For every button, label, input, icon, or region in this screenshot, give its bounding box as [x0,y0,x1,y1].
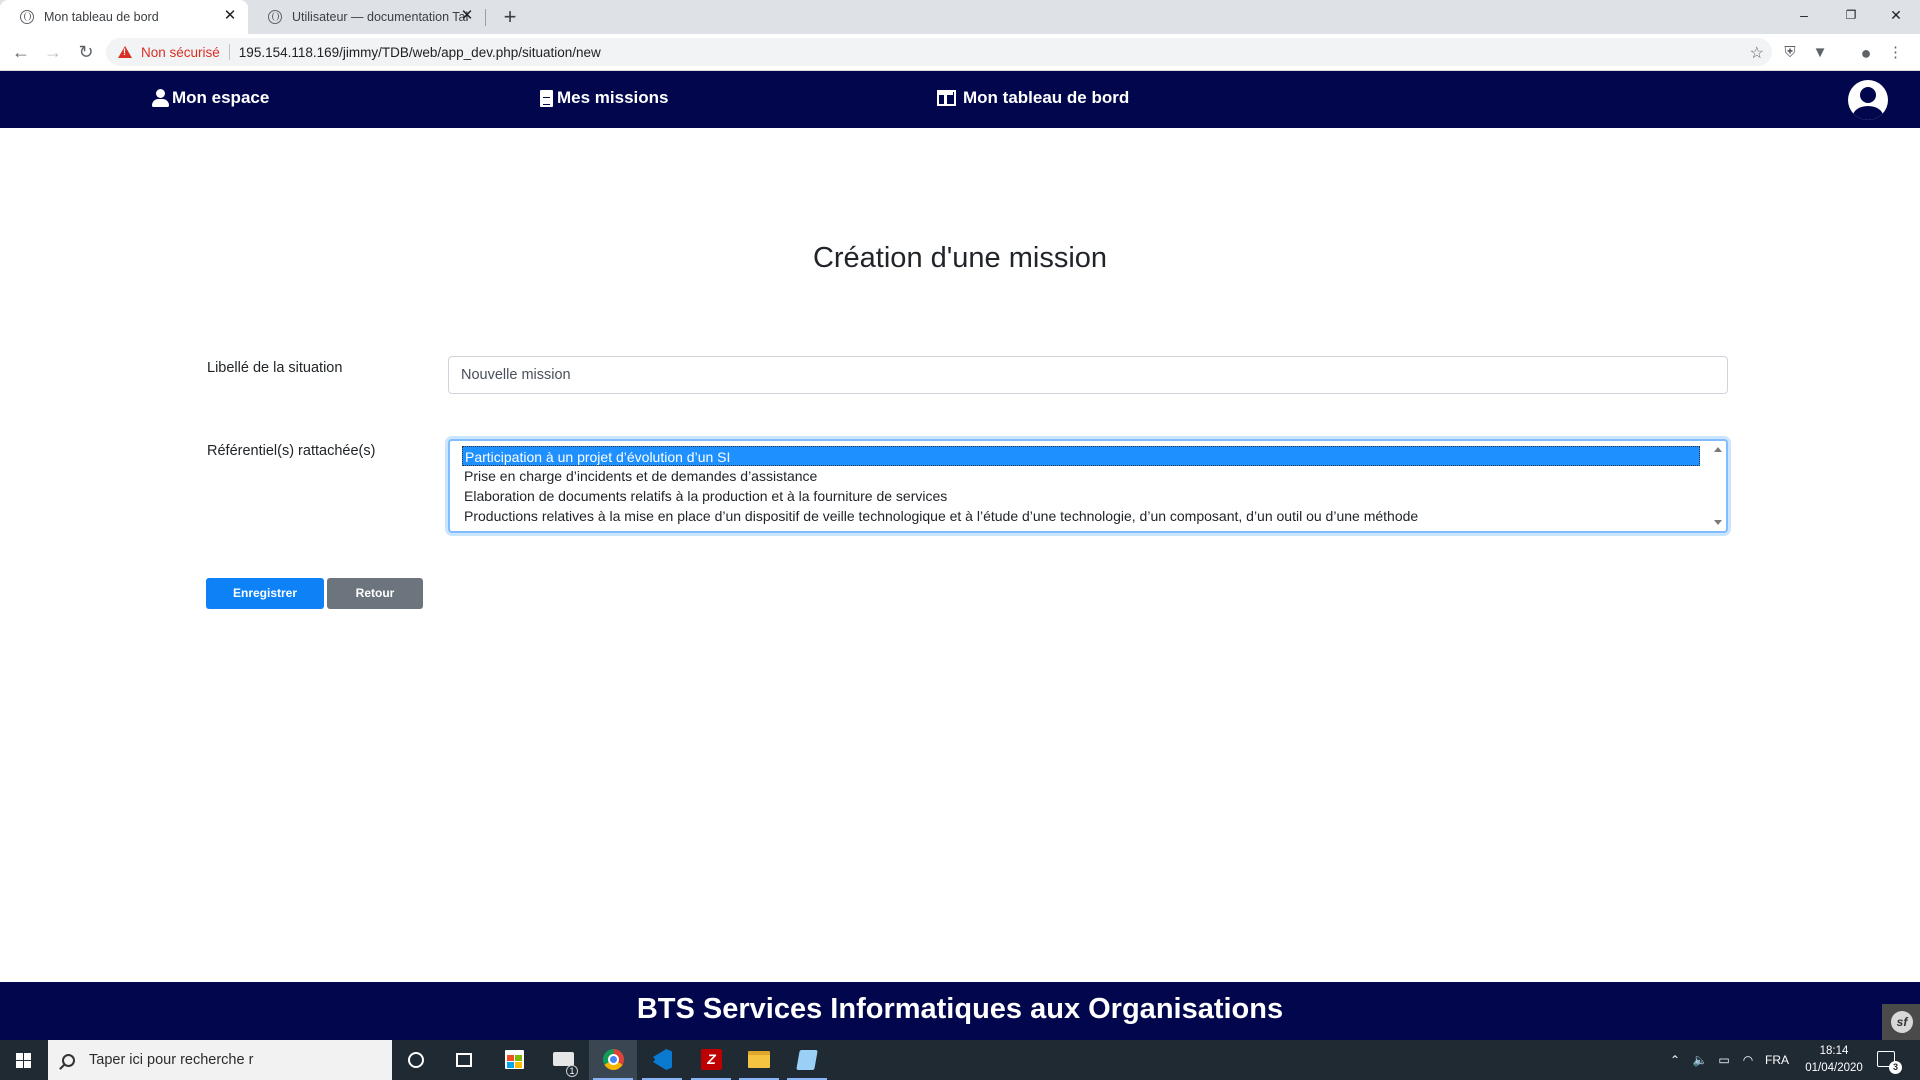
globe-icon [20,10,34,24]
back-button[interactable]: Retour [327,578,423,609]
referentiel-option[interactable]: Productions relatives à la mise en place… [462,506,1418,526]
footer-text: BTS Services Informatiques aux Organisat… [636,993,1284,1025]
referentiel-option[interactable]: Participation à un projet d’évolution d’… [462,446,1700,466]
clock[interactable]: 18:14 01/04/2020 [1794,1043,1874,1077]
nav-mon-espace[interactable]: Mon espace [152,88,269,108]
columns-icon [937,90,956,106]
close-tab-icon[interactable]: ✕ [459,8,475,24]
file-icon [540,89,553,107]
nav-mes-missions[interactable]: Mes missions [540,88,669,108]
reload-icon[interactable]: ↻ [74,40,98,64]
tab-title: Mon tableau de bord [44,10,159,24]
warning-icon [118,46,132,58]
menu-dots-icon[interactable]: ⋮ [1888,44,1903,62]
chrome-icon [603,1049,624,1070]
security-status[interactable]: Non sécurisé [141,45,220,60]
user-circle-icon[interactable] [1848,80,1888,120]
windows-logo-icon [16,1053,31,1068]
notepad-app[interactable] [783,1040,831,1080]
tab-mon-tableau-de-bord[interactable]: Mon tableau de bord ✕ [0,0,248,34]
mail-icon [553,1052,574,1066]
volume-icon[interactable]: 🔈 [1690,1040,1710,1080]
browser-tab-strip: Mon tableau de bord ✕ Utilisateur — docu… [0,0,1920,34]
restore-button[interactable]: ❐ [1829,0,1873,30]
nav-label: Mes missions [557,88,669,107]
filezilla-icon: Z [701,1049,722,1070]
vscode-icon [653,1049,672,1070]
clock-date: 01/04/2020 [1805,1062,1863,1074]
close-tab-icon[interactable]: ✕ [222,8,238,24]
task-view-icon[interactable] [456,1053,472,1067]
nav-label: Mon tableau de bord [963,88,1130,107]
extension-icon[interactable]: ⛨ [1780,44,1800,62]
libelle-input[interactable] [448,356,1728,394]
forward-arrow-icon[interactable]: → [41,40,65,64]
wifi-icon[interactable]: ◠ [1738,1040,1758,1080]
folder-icon [748,1051,770,1068]
libelle-label: Libellé de la situation [207,360,343,376]
address-bar[interactable]: Non sécurisé 195.154.118.169/jimmy/TDB/w… [106,38,1772,66]
start-button[interactable] [0,1040,47,1080]
close-window-button[interactable]: ✕ [1874,0,1918,30]
browser-toolbar: ← → ↻ Non sécurisé 195.154.118.169/jimmy… [0,34,1920,71]
page-footer: BTS Services Informatiques aux Organisat… [0,982,1920,1040]
scroll-up-icon[interactable] [1714,447,1722,452]
user-icon [152,89,169,107]
notepad-icon [796,1050,818,1070]
vscode-app[interactable] [638,1040,686,1080]
tab-documentation[interactable]: Utilisateur — documentation Tab ✕ [248,0,485,34]
clock-time: 18:14 [1819,1045,1849,1057]
file-explorer-app[interactable] [735,1040,783,1080]
new-tab-button[interactable]: + [498,3,522,31]
tab-separator [485,9,486,26]
page-title: Création d'une mission [812,242,1108,274]
save-button[interactable]: Enregistrer [206,578,324,609]
cortana-icon[interactable] [408,1052,424,1068]
search-icon [62,1053,75,1067]
tab-title: Utilisateur — documentation Tab [292,10,468,24]
minimize-button[interactable]: – [1782,0,1826,30]
language-indicator[interactable]: FRA [1762,1040,1792,1080]
referentiel-multiselect[interactable]: Participation à un projet d’évolution d’… [448,439,1728,533]
referentiel-option[interactable]: Prise en charge d’incidents et de demand… [462,466,817,486]
back-arrow-icon[interactable]: ← [9,40,33,64]
filter-extension-icon[interactable]: ▼ [1810,44,1830,62]
referentiel-label: Référentiel(s) rattachée(s) [207,443,376,459]
taskbar-search[interactable]: Taper ici pour recherche r [48,1040,392,1080]
omnibox-divider [228,44,230,60]
app-navbar: Mon espace Mes missions Mon tableau de b… [0,71,1920,128]
filezilla-app[interactable]: Z [687,1040,735,1080]
chevron-up-icon[interactable]: ⌃ [1666,1040,1684,1080]
store-app[interactable] [490,1040,538,1080]
globe-icon [268,10,282,24]
profile-icon[interactable]: ● [1855,44,1877,62]
windows-taskbar: Taper ici pour recherche r 1 Z ⌃ 🔈 ▭ ◠ F… [0,1040,1920,1080]
search-placeholder: Taper ici pour recherche r [89,1052,254,1068]
referentiel-option[interactable]: Elaboration de documents relatifs à la p… [462,486,947,506]
scroll-down-icon[interactable] [1714,520,1722,525]
mail-badge: 1 [566,1065,578,1077]
symfony-toolbar-icon[interactable] [1882,1004,1920,1040]
notification-count: 3 [1889,1061,1902,1074]
bookmark-star-icon[interactable]: ☆ [1750,43,1764,63]
nav-label: Mon espace [172,88,270,107]
chrome-app[interactable] [589,1040,637,1080]
mail-app[interactable]: 1 [540,1040,588,1080]
nav-mon-tableau-de-bord[interactable]: Mon tableau de bord [937,88,1129,108]
battery-icon[interactable]: ▭ [1714,1040,1734,1080]
url-text[interactable]: 195.154.118.169/jimmy/TDB/web/app_dev.ph… [239,45,601,60]
store-icon [505,1050,524,1069]
